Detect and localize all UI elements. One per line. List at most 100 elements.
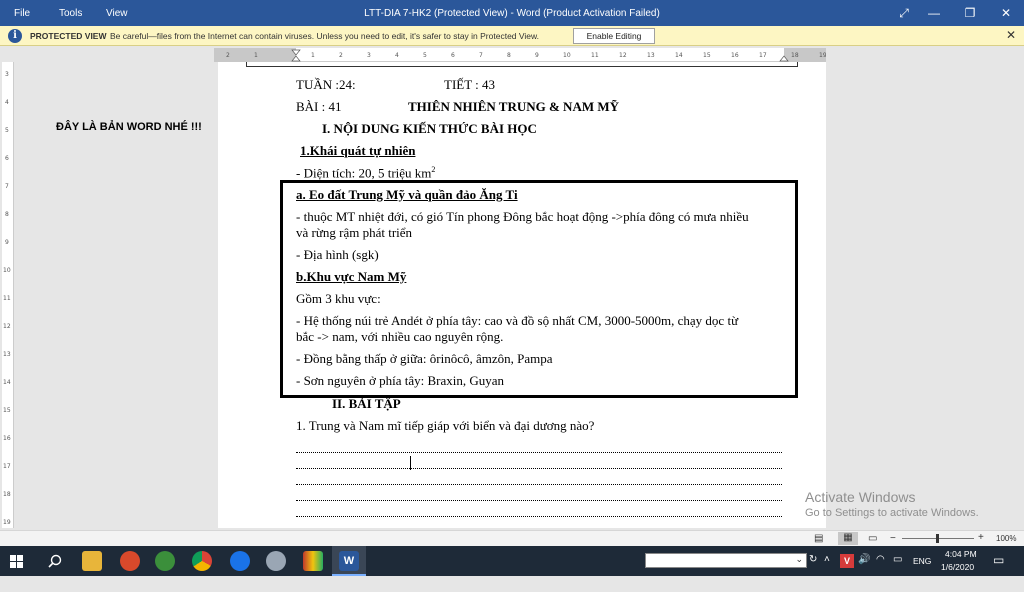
close-window-button[interactable]: ✕ [996, 4, 1016, 22]
text-cursor [410, 456, 411, 470]
window-title: LTT-DIA 7-HK2 (Protected View) - Word (P… [364, 8, 660, 19]
doc-period: TIẾT : 43 [444, 77, 496, 92]
svg-text:13: 13 [647, 52, 655, 59]
doc-area-text: - Diện tích: 20, 5 triệu km [296, 165, 432, 181]
svg-text:8: 8 [507, 52, 511, 59]
fullscreen-icon[interactable]: ⤢ [894, 4, 914, 22]
restore-button[interactable]: ❐ [960, 4, 980, 22]
doc-week: TUẦN :24: [296, 77, 356, 92]
clock-date[interactable]: 1/6/2020 [941, 562, 974, 592]
svg-text:9: 9 [535, 52, 539, 59]
svg-text:12: 12 [619, 52, 627, 59]
enable-editing-button[interactable]: Enable Editing [573, 28, 655, 44]
refresh-icon[interactable]: ↻ [809, 554, 817, 584]
svg-text:5: 5 [423, 52, 427, 59]
svg-text:16: 16 [3, 435, 11, 442]
vietkey-icon[interactable]: V [840, 554, 854, 568]
app-icon[interactable] [155, 551, 175, 571]
doc-lesson: BÀI : 41 [296, 99, 342, 114]
svg-text:12: 12 [3, 323, 11, 330]
notification-icon[interactable]: ▭ [993, 553, 1004, 583]
windows-start-icon[interactable] [10, 555, 23, 568]
svg-text:7: 7 [5, 183, 9, 190]
svg-text:18: 18 [3, 491, 11, 498]
read-mode-icon[interactable]: ▤ [814, 533, 823, 544]
file-explorer-icon[interactable] [82, 551, 102, 571]
activate-windows-title: Activate Windows [805, 489, 916, 505]
zoom-out-icon[interactable]: − [890, 533, 896, 544]
svg-text:14: 14 [675, 52, 683, 59]
svg-text:15: 15 [703, 52, 711, 59]
ruler-ticks: 21 1234 5678 9 10 11 12 13 14 15 16 17 18 19 [226, 49, 826, 62]
print-layout-icon[interactable]: ▦ [838, 532, 858, 545]
zoom-level[interactable]: 100% [996, 534, 1016, 543]
doc-question-1: 1. Trung và Nam mĩ tiếp giáp với biển và… [296, 418, 595, 433]
horizontal-ruler[interactable]: 21 1234 5678 9 10 11 12 13 14 15 16 17 18 19 [214, 48, 826, 62]
svg-text:3: 3 [5, 71, 9, 78]
volume-icon[interactable]: 🔊 [858, 554, 870, 584]
svg-text:4: 4 [395, 52, 399, 59]
web-layout-icon[interactable]: ▭ [868, 533, 877, 544]
doc-a-line-2: và rừng rậm phát triển [296, 225, 413, 240]
doc-a-line-1: - thuộc MT nhiệt đới, có gió Tín phong Đ… [296, 209, 749, 224]
word-icon: W [339, 551, 359, 571]
header-line [246, 62, 798, 67]
doc-lesson-title: THIÊN NHIÊN TRUNG & NAM MỸ [408, 99, 620, 114]
activate-windows-subtitle: Go to Settings to activate Windows. [805, 507, 979, 519]
svg-text:4: 4 [5, 99, 9, 106]
answer-line [296, 468, 782, 469]
svg-text:7: 7 [479, 52, 483, 59]
svg-text:2: 2 [226, 52, 230, 59]
svg-text:19: 19 [3, 519, 11, 526]
svg-text:3: 3 [367, 52, 371, 59]
svg-text:17: 17 [3, 463, 11, 470]
search-icon[interactable] [48, 554, 62, 568]
svg-text:8: 8 [5, 211, 9, 218]
svg-text:11: 11 [591, 52, 599, 59]
doc-b-line-5: - Sơn nguyên ở phía tây: Braxin, Guyan [296, 373, 504, 388]
doc-area: - Diện tích: 20, 5 triệu km2 [296, 165, 435, 181]
language-indicator[interactable]: ENG [913, 556, 931, 586]
svg-text:10: 10 [3, 267, 11, 274]
doc-section-2: II. BÀI TẬP [332, 396, 401, 411]
side-note: ĐÂY LÀ BẢN WORD NHÉ !!! [56, 121, 202, 133]
wifi-icon[interactable]: ◠ [876, 554, 885, 584]
svg-text:5: 5 [5, 127, 9, 134]
svg-text:15: 15 [3, 407, 11, 414]
chrome-icon[interactable] [192, 551, 212, 571]
document-page[interactable]: TUẦN :24: TIẾT : 43 BÀI : 41 THIÊN NHIÊN… [218, 62, 826, 528]
answer-line [296, 452, 782, 453]
svg-text:2: 2 [339, 52, 343, 59]
protected-view-message: Be careful—files from the Internet can c… [110, 31, 540, 41]
doc-section-1: I. NỘI DUNG KIẾN THỨC BÀI HỌC [322, 121, 537, 136]
minimize-button[interactable]: — [924, 4, 944, 22]
battery-icon[interactable]: ▭ [893, 554, 902, 584]
word-taskbar-button[interactable]: W [332, 546, 366, 576]
zoom-in-icon[interactable]: + [978, 532, 984, 543]
address-box[interactable]: ⌄ [645, 553, 807, 568]
doc-b-line-3: bắc -> nam, với nhiều cao nguyên rộng. [296, 329, 504, 344]
svg-text:17: 17 [759, 52, 767, 59]
zalo-icon[interactable] [230, 551, 250, 571]
app-icon[interactable] [303, 551, 323, 571]
doc-b-line-4: - Đồng bằng thấp ở giữa: ôrinôcô, âmzôn,… [296, 351, 553, 366]
app-icon[interactable] [266, 551, 286, 571]
svg-text:10: 10 [563, 52, 571, 59]
svg-text:16: 16 [731, 52, 739, 59]
title-bar: File Tools View LTT-DIA 7-HK2 (Protected… [0, 0, 1024, 26]
close-bar-icon[interactable]: ✕ [1006, 28, 1016, 42]
vertical-ruler[interactable]: 3 4 5 6 7 8 9 10 11 12 13 14 15 16 17 18 19 [2, 62, 14, 528]
svg-text:6: 6 [451, 52, 455, 59]
doc-a-line-3: - Địa hình (sgk) [296, 247, 379, 262]
vertical-ruler-ticks: 3 4 5 6 7 8 9 10 11 12 13 14 15 16 17 18 19 [3, 71, 11, 526]
answer-line [296, 484, 782, 485]
info-shield-icon: i [8, 29, 22, 43]
zoom-slider-thumb[interactable] [936, 534, 939, 543]
svg-text:18: 18 [791, 52, 799, 59]
taskbar: W ⌄ ↻ ˄ V 🔊 ◠ ▭ ENG 4:04 PM 1/6/2020 ▭ [0, 546, 1024, 576]
app-icon[interactable] [120, 551, 140, 571]
chevron-up-icon[interactable]: ˄ [824, 554, 830, 584]
dropdown-icon[interactable]: ⌄ [795, 554, 803, 565]
doc-b-line-1: Gồm 3 khu vực: [296, 291, 381, 306]
doc-a-title: a. Eo đất Trung Mỹ và quần đảo Ăng Ti [296, 187, 518, 202]
